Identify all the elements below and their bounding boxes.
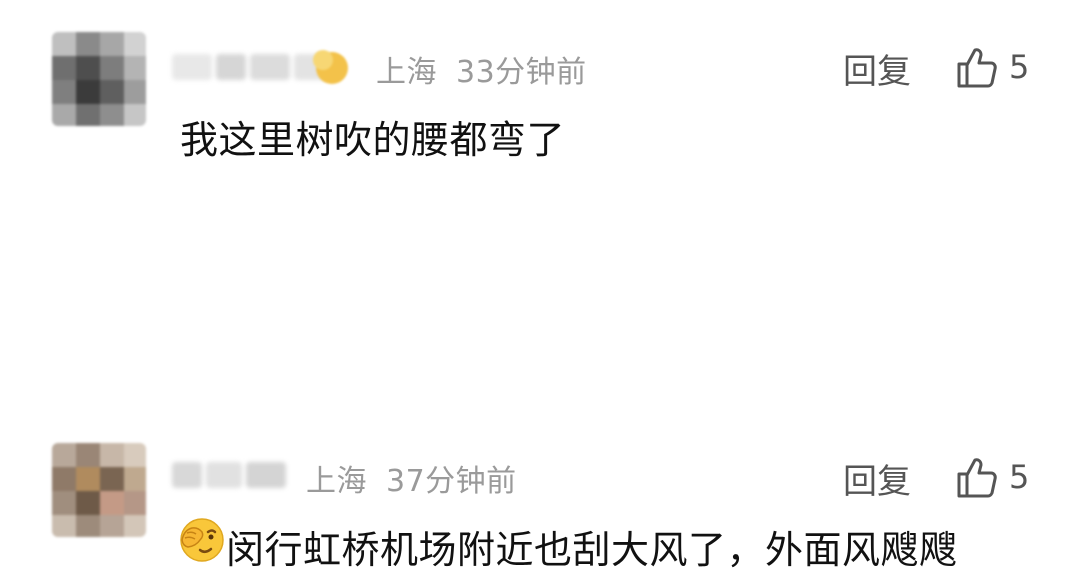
thumbs-up-icon bbox=[957, 458, 997, 498]
username[interactable] bbox=[172, 456, 290, 494]
face-with-hand-over-eye-icon bbox=[180, 518, 224, 562]
comment-text: 我这里树吹的腰都弯了 bbox=[180, 118, 566, 162]
comment-time: 37分钟前 bbox=[386, 464, 517, 499]
thumbs-up-icon bbox=[957, 48, 997, 88]
like-count: 5 bbox=[1009, 458, 1030, 496]
comment-location: 上海 bbox=[376, 55, 437, 90]
reply-button[interactable]: 回复 bbox=[843, 44, 911, 93]
avatar[interactable] bbox=[52, 32, 146, 126]
comment-item: 上海 33分钟前 回复 5 我这里树吹的腰都弯了 bbox=[0, 0, 1080, 206]
comment-text: 闵行虹桥机场附近也刮大风了，外面风飕飕 bbox=[226, 528, 958, 572]
like-count: 5 bbox=[1009, 48, 1030, 86]
reply-button[interactable]: 回复 bbox=[843, 454, 911, 503]
comment-item: 上海 37分钟前 回复 5 闵行虹桥机场附近也刮大风了，外面风飕飕 bbox=[0, 206, 1080, 572]
badge-icon bbox=[313, 50, 348, 84]
comment-time: 33分钟前 bbox=[456, 55, 587, 90]
comment-location: 上海 bbox=[306, 464, 367, 499]
avatar[interactable] bbox=[52, 443, 146, 537]
